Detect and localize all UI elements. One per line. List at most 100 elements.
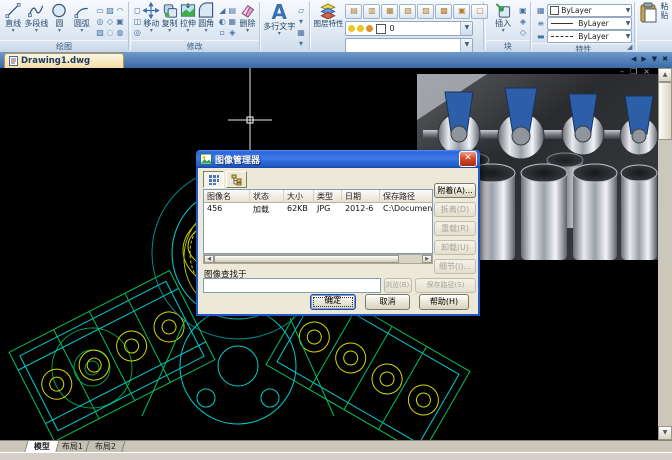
reload-button[interactable]: 重载(R) bbox=[434, 221, 476, 236]
details-button[interactable]: 细节(I)... bbox=[434, 259, 476, 274]
layer-lock-icon[interactable]: ▣ bbox=[453, 4, 470, 19]
insert-block-icon bbox=[494, 2, 512, 19]
list-view-button[interactable] bbox=[203, 171, 224, 188]
point-tool-icon[interactable]: ◎ bbox=[95, 16, 105, 27]
layer-off-icon[interactable]: ▧ bbox=[399, 4, 416, 19]
linetype-control-icon[interactable]: ▬ bbox=[534, 32, 547, 41]
polygon-tool-icon[interactable]: ◇ bbox=[105, 16, 115, 27]
arc-button[interactable]: 圆弧 ▾ bbox=[71, 2, 93, 33]
copy-button[interactable]: 复制 ▾ bbox=[160, 2, 178, 33]
rectangle-tool-icon[interactable]: ▭ bbox=[95, 5, 105, 16]
linetype-combo[interactable]: ByLayer ▼ bbox=[547, 30, 632, 43]
color-combo[interactable]: ByLayer ▼ bbox=[547, 4, 632, 17]
fillet-button[interactable]: 圆角 ▾ bbox=[197, 2, 215, 33]
color-control-icon[interactable]: ▦ bbox=[534, 6, 547, 15]
move-button[interactable]: 移动 ▾ bbox=[142, 2, 160, 33]
layer-unisolate-icon[interactable]: ▥ bbox=[363, 4, 380, 19]
text-style-icon[interactable]: ▱ ▾ bbox=[296, 5, 306, 27]
ok-button[interactable]: 确定 bbox=[310, 294, 356, 310]
explode-tool-icon[interactable]: ◈ bbox=[227, 27, 237, 38]
layer-freeze-icon[interactable]: ▦ bbox=[381, 4, 398, 19]
list-horizontal-scrollbar[interactable]: ◀ ▶ bbox=[203, 254, 433, 264]
rotate-tool-icon[interactable]: ◻ bbox=[134, 5, 142, 16]
image-path-input[interactable] bbox=[203, 278, 381, 293]
circle-button[interactable]: 圆 ▾ bbox=[48, 2, 70, 33]
layer-properties-button[interactable]: 图层特性 bbox=[313, 2, 343, 28]
lineweight-control-icon[interactable]: ≡ bbox=[534, 19, 547, 28]
tab-model[interactable]: 模型 bbox=[24, 440, 59, 452]
scrollbar-thumb[interactable] bbox=[658, 82, 672, 140]
chevron-down-icon: ▾ bbox=[150, 28, 153, 33]
column-path[interactable]: 保存路径 bbox=[380, 190, 432, 203]
scroll-left-button[interactable]: ◀ bbox=[204, 255, 214, 263]
column-status[interactable]: 状态 bbox=[250, 190, 284, 203]
extend-tool-icon[interactable]: ▤ bbox=[227, 5, 237, 16]
polyline-button[interactable]: 多段线 ▾ bbox=[24, 2, 48, 33]
dialog-launcher-icon[interactable]: ◢ bbox=[627, 43, 632, 51]
lineweight-combo[interactable]: ByLayer ▼ bbox=[547, 17, 632, 30]
minimize-icon[interactable]: – bbox=[620, 68, 624, 76]
tree-view-button[interactable] bbox=[226, 171, 247, 188]
dialog-close-button[interactable]: ✕ bbox=[459, 151, 477, 167]
layer-prev-icon[interactable]: ▩ bbox=[435, 4, 452, 19]
hatch-tool-icon[interactable]: ▨ bbox=[105, 5, 115, 16]
scale-tool-icon[interactable]: ◎ bbox=[134, 27, 142, 38]
attach-button[interactable]: 附着(A)... bbox=[434, 183, 476, 198]
layer-isolate-icon[interactable]: ▤ bbox=[345, 4, 362, 19]
browse-button[interactable]: 浏览(B)... bbox=[384, 278, 412, 293]
spline-tool-icon[interactable]: ◠ bbox=[115, 5, 125, 16]
tab-scroll-right-icon[interactable]: ▶ bbox=[641, 55, 646, 63]
save-path-button[interactable]: 保存路径(S) bbox=[415, 278, 476, 293]
image-list-row[interactable]: 456 加载 62KB JPG 2012-6 C:\Documents bbox=[204, 203, 432, 215]
column-date[interactable]: 日期 bbox=[342, 190, 380, 203]
column-type[interactable]: 类型 bbox=[314, 190, 342, 203]
tab-scroll-left-icon[interactable]: ◀ bbox=[631, 55, 636, 63]
chevron-down-icon: ▾ bbox=[502, 28, 505, 33]
line-button[interactable]: 直线 ▾ bbox=[2, 2, 24, 33]
column-size[interactable]: 大小 bbox=[284, 190, 314, 203]
column-image-name[interactable]: 图像名 bbox=[204, 190, 250, 203]
document-tab-drawing1[interactable]: Drawing1.dwg bbox=[4, 53, 124, 68]
help-button[interactable]: 帮助(H) bbox=[419, 294, 469, 310]
scrollbar-thumb[interactable] bbox=[214, 255, 399, 263]
ellipse-tool-icon[interactable]: ◌ bbox=[105, 27, 115, 38]
edit-block-icon[interactable]: ◈ bbox=[519, 16, 527, 27]
region-tool-icon[interactable]: ▣ bbox=[115, 16, 125, 27]
tab-list-dropdown-icon[interactable]: ▼ bbox=[652, 55, 657, 63]
chevron-down-icon: ▾ bbox=[12, 28, 15, 33]
mtext-button[interactable]: A 多行文字 ▾ bbox=[263, 2, 295, 36]
erase-button[interactable]: 删除 ▾ bbox=[238, 2, 256, 33]
copy-icon bbox=[161, 2, 179, 19]
paste-icon bbox=[639, 2, 659, 24]
image-list[interactable]: 图像名 状态 大小 类型 日期 保存路径 456 加载 62KB JPG 201… bbox=[203, 189, 433, 254]
scroll-right-button[interactable]: ▶ bbox=[422, 255, 432, 263]
layer-filter-combo[interactable]: ▼ bbox=[345, 38, 473, 53]
insert-block-button[interactable]: 插入 ▾ bbox=[488, 2, 518, 33]
restore-icon[interactable]: ❐ bbox=[630, 68, 637, 76]
array-tool-icon[interactable]: ▦ bbox=[227, 16, 237, 27]
table-icon[interactable]: ▦ ▾ bbox=[296, 27, 306, 49]
paste-button[interactable]: 粘贴 bbox=[639, 2, 670, 24]
scroll-down-button[interactable]: ▼ bbox=[658, 426, 672, 440]
detach-button[interactable]: 拆离(D) bbox=[434, 202, 476, 217]
vertical-scrollbar[interactable]: ▲ ▼ bbox=[658, 68, 672, 440]
create-block-icon[interactable]: ▣ bbox=[519, 5, 527, 16]
trim-tool-icon[interactable]: ◢ bbox=[217, 5, 227, 16]
donut-tool-icon[interactable]: ◍ bbox=[115, 27, 125, 38]
attribute-icon[interactable]: ◇ bbox=[519, 27, 527, 38]
scroll-up-button[interactable]: ▲ bbox=[658, 68, 672, 82]
unload-button[interactable]: 卸载(U) bbox=[434, 240, 476, 255]
dialog-title-bar[interactable]: 图像管理器 ✕ bbox=[196, 150, 480, 168]
layer-select-combo[interactable]: 0 ▼ bbox=[345, 21, 473, 36]
mirror-tool-icon[interactable]: ◫ bbox=[134, 16, 142, 27]
tab-layout2[interactable]: 布局2 bbox=[85, 440, 126, 452]
tab-close-icon[interactable]: ✖ bbox=[662, 55, 668, 63]
stretch-button[interactable]: 拉伸 ▾ bbox=[179, 2, 197, 33]
gradient-tool-icon[interactable]: ▧ bbox=[95, 27, 105, 38]
layer-match-icon[interactable]: ▨ bbox=[417, 4, 434, 19]
close-icon[interactable]: × bbox=[643, 68, 650, 76]
cancel-button[interactable]: 取消 bbox=[365, 294, 410, 310]
break-tool-icon[interactable]: ▫ bbox=[217, 27, 227, 38]
cell-date: 2012-6 bbox=[342, 203, 380, 215]
offset-tool-icon[interactable]: ◐ bbox=[217, 16, 227, 27]
